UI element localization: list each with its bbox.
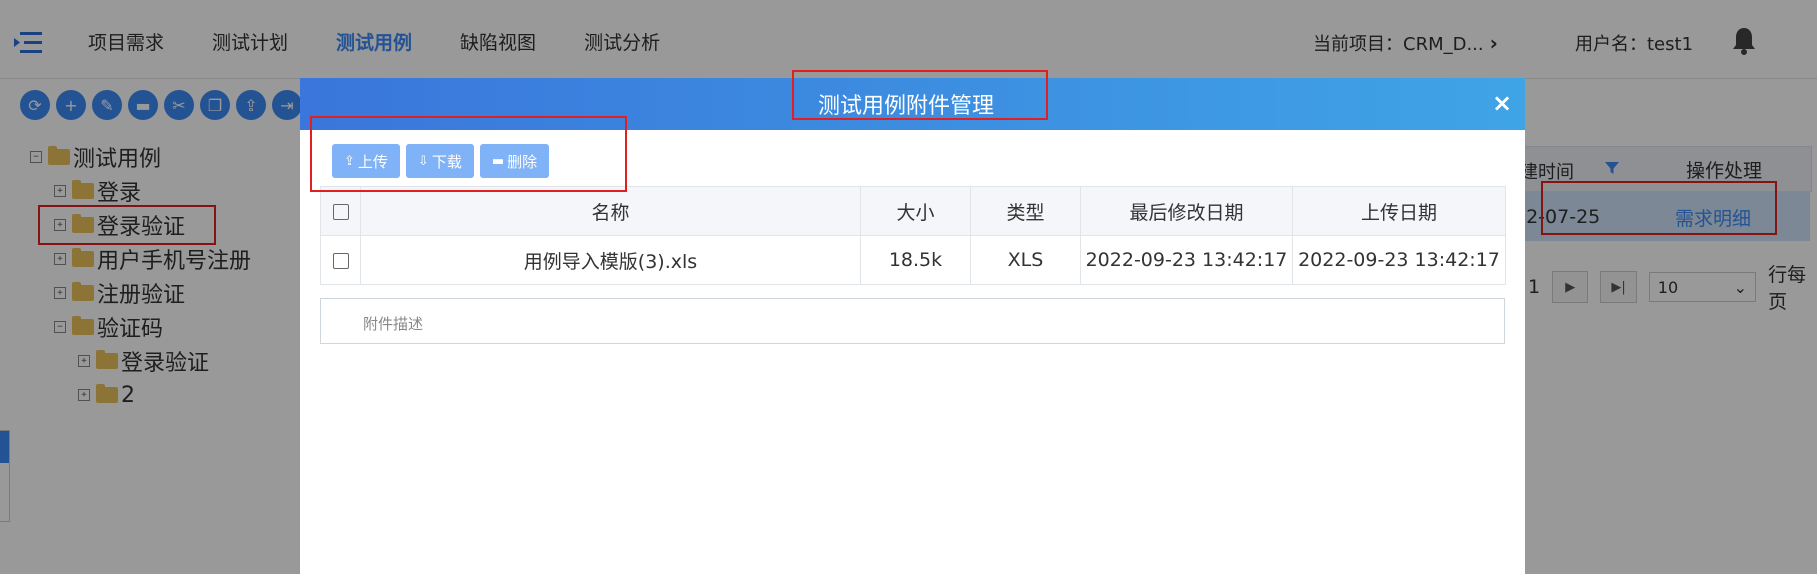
file-upload-date: 2022-09-23 13:42:17 [1292, 235, 1506, 285]
file-name: 用例导入模版(3).xls [360, 235, 861, 285]
table-header-row: 名称 大小 类型 最后修改日期 上传日期 [320, 186, 1506, 236]
column-header-size: 大小 [860, 186, 971, 236]
download-button-label: 下载 [431, 152, 462, 171]
table-row[interactable]: 用例导入模版(3).xls 18.5k XLS 2022-09-23 13:42… [320, 235, 1506, 285]
trash-icon: ▬ [491, 153, 505, 169]
attachment-table: 名称 大小 类型 最后修改日期 上传日期 用例导入模版(3).xls 18.5k… [320, 186, 1506, 285]
file-modified-date: 2022-09-23 13:42:17 [1080, 235, 1293, 285]
column-header-name: 名称 [360, 186, 861, 236]
file-type: XLS [970, 235, 1081, 285]
row-checkbox[interactable] [332, 252, 349, 269]
file-size: 18.5k [860, 235, 971, 285]
upload-button[interactable]: ⇪ 上传 [332, 144, 400, 178]
column-header-type: 类型 [970, 186, 1081, 236]
select-all-cell [320, 186, 361, 236]
column-header-modified: 最后修改日期 [1080, 186, 1293, 236]
attachment-actions: ⇪ 上传 ⇩ 下载 ▬ 删除 [332, 144, 550, 178]
upload-button-label: 上传 [357, 152, 388, 171]
delete-button[interactable]: ▬ 删除 [479, 144, 550, 178]
download-button[interactable]: ⇩ 下载 [405, 144, 474, 178]
modal-title: 测试用例附件管理 [818, 94, 995, 119]
row-select-cell [320, 235, 361, 285]
select-all-checkbox[interactable] [332, 203, 349, 220]
attachment-modal: 测试用例附件管理 × ⇪ 上传 ⇩ 下载 ▬ 删除 名称 大小 类型 最后修改日… [300, 78, 1525, 574]
modal-header: 测试用例附件管理 × [300, 78, 1525, 130]
close-icon[interactable]: × [1491, 91, 1513, 115]
description-placeholder: 附件描述 [363, 315, 424, 333]
attachment-description-field[interactable]: 附件描述 [320, 298, 1505, 344]
column-header-uploaded: 上传日期 [1292, 186, 1506, 236]
download-icon: ⇩ [417, 153, 429, 169]
delete-button-label: 删除 [507, 152, 538, 171]
upload-icon: ⇪ [344, 153, 355, 169]
